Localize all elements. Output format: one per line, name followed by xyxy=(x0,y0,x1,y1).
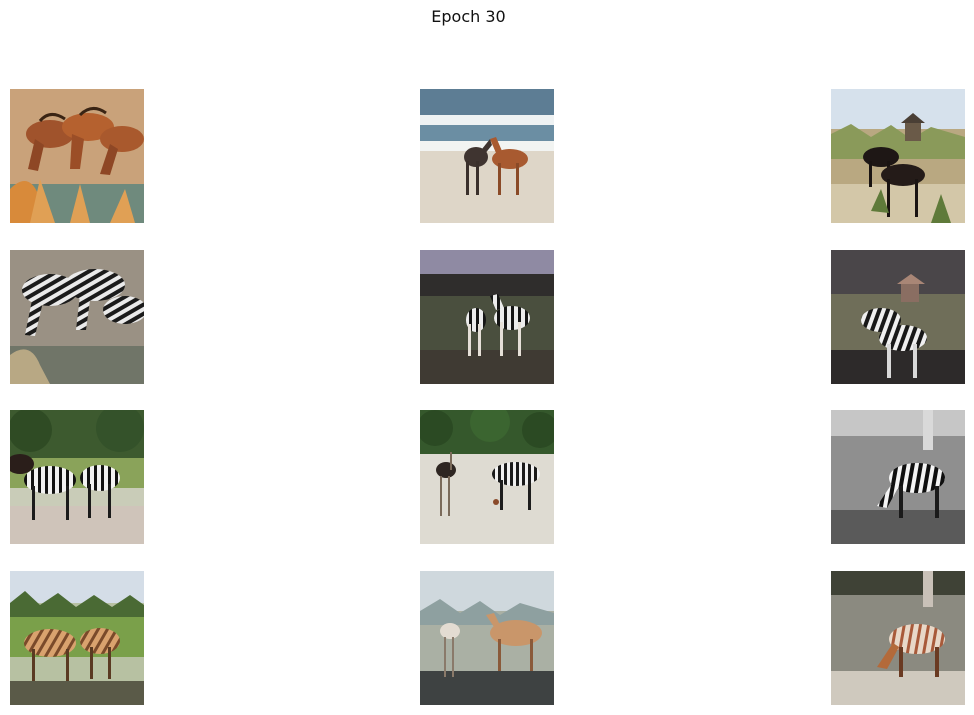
image-zebras-drinking xyxy=(10,250,144,384)
image-zebra-grayscale xyxy=(831,410,965,544)
image-horse-like-zebra-grazing xyxy=(831,571,965,705)
image-horse-like-on-sand xyxy=(420,571,554,705)
figure-title: Epoch 30 xyxy=(431,7,506,26)
image-horses-drinking xyxy=(10,89,144,223)
image-zebras-by-gazebo xyxy=(831,250,965,384)
image-horses-by-gazebo xyxy=(831,89,965,223)
image-zebras-on-beach xyxy=(420,250,554,384)
image-horses-on-beach xyxy=(420,89,554,223)
image-horse-like-zebras xyxy=(10,571,144,705)
image-zebras-and-ostrich xyxy=(420,410,554,544)
image-zebras-under-trees xyxy=(10,410,144,544)
